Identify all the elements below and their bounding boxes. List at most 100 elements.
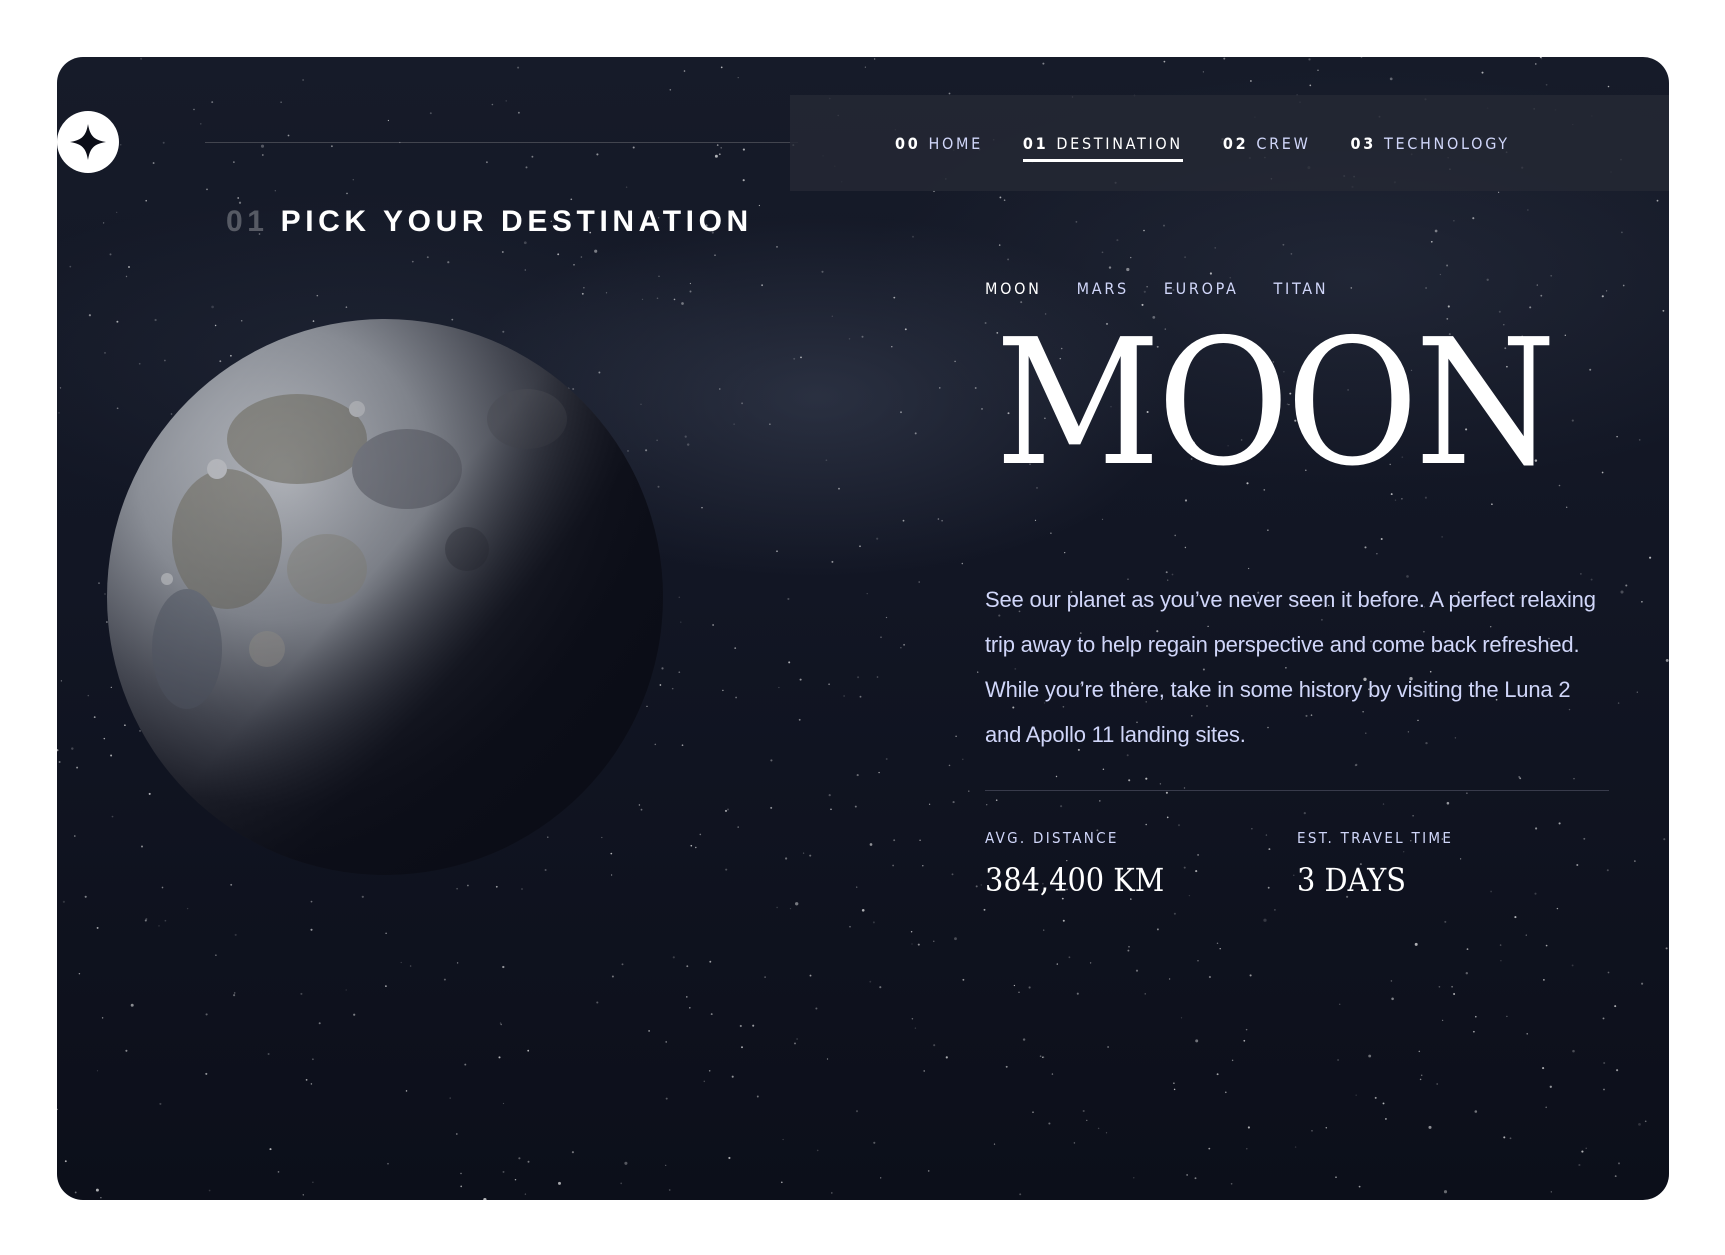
star [683, 70, 686, 72]
star [1384, 1117, 1387, 1120]
star [761, 284, 763, 287]
nav-item-home[interactable]: 00 HOME [895, 95, 983, 191]
star [102, 222, 105, 224]
star [922, 865, 924, 867]
star [1376, 553, 1378, 555]
nav-item-crew[interactable]: 02 CREW [1223, 95, 1311, 191]
star [1127, 949, 1130, 952]
star [611, 975, 614, 978]
star [1380, 538, 1383, 540]
star [1543, 979, 1545, 981]
star [230, 883, 233, 886]
star [98, 582, 100, 584]
star [945, 1056, 948, 1059]
star [1390, 980, 1393, 982]
star [1195, 1039, 1199, 1043]
star [710, 1013, 713, 1016]
star [1163, 224, 1165, 227]
logo-icon[interactable] [57, 111, 119, 173]
star [1638, 1123, 1641, 1126]
nav-item-destination[interactable]: 01 DESTINATION [1022, 95, 1183, 191]
star [485, 161, 488, 164]
star [581, 292, 584, 295]
star [686, 965, 689, 968]
star [1616, 1069, 1619, 1072]
star [1354, 764, 1357, 767]
star [983, 908, 986, 911]
star [456, 962, 459, 964]
star [1663, 838, 1666, 841]
tab-moon[interactable]: MOON [985, 279, 1042, 298]
star [1572, 1049, 1575, 1053]
star [673, 298, 676, 301]
star [514, 1178, 517, 1181]
star [500, 1023, 503, 1026]
star [409, 965, 412, 967]
star [1602, 1017, 1605, 1020]
star [495, 885, 498, 888]
star [277, 1171, 280, 1173]
tab-mars[interactable]: MARS [1077, 279, 1129, 298]
star [521, 888, 523, 890]
star [977, 671, 979, 673]
stats-divider [985, 790, 1609, 791]
star [100, 1197, 102, 1199]
star [237, 197, 240, 199]
tab-europa[interactable]: EUROPA [1164, 279, 1239, 298]
star [1578, 1163, 1581, 1167]
star [1419, 1078, 1422, 1081]
star [1195, 870, 1198, 873]
star [1350, 287, 1353, 289]
star [741, 402, 744, 405]
star [1571, 964, 1574, 967]
star [918, 581, 920, 583]
star [892, 864, 894, 867]
star [1048, 1122, 1051, 1125]
star [1043, 929, 1045, 931]
star [826, 1058, 829, 1060]
star [864, 66, 867, 68]
star [782, 1138, 784, 1141]
star [1451, 985, 1453, 988]
star [1444, 920, 1447, 923]
star [1436, 1083, 1439, 1085]
star [57, 749, 59, 752]
star [914, 432, 917, 435]
star [1535, 63, 1537, 65]
star [893, 296, 896, 299]
nav-item-technology[interactable]: 03 TECHNOLOGY [1351, 95, 1510, 191]
star [1042, 1056, 1045, 1059]
star [1649, 556, 1652, 559]
star [1446, 801, 1450, 805]
star [800, 356, 802, 359]
star [770, 759, 773, 762]
star [1274, 909, 1276, 911]
star [1338, 1003, 1341, 1006]
star [1583, 837, 1586, 840]
star [159, 1102, 162, 1105]
star [665, 1097, 668, 1100]
star [718, 153, 721, 156]
star [447, 261, 450, 264]
tab-titan[interactable]: TITAN [1274, 279, 1329, 298]
star [758, 204, 761, 207]
star [787, 597, 790, 601]
star [955, 735, 957, 737]
star [1197, 853, 1200, 856]
star [911, 943, 913, 945]
star [1209, 272, 1212, 275]
star [709, 960, 712, 963]
star [1616, 435, 1618, 438]
star [1250, 80, 1252, 82]
star [1453, 219, 1455, 222]
star [1576, 863, 1579, 867]
star [769, 423, 771, 425]
star [752, 1024, 755, 1027]
star [1089, 962, 1092, 964]
star [1168, 978, 1171, 980]
star [939, 387, 941, 389]
star [104, 352, 106, 354]
star [345, 989, 347, 991]
star [668, 1189, 671, 1191]
star [1606, 290, 1608, 292]
